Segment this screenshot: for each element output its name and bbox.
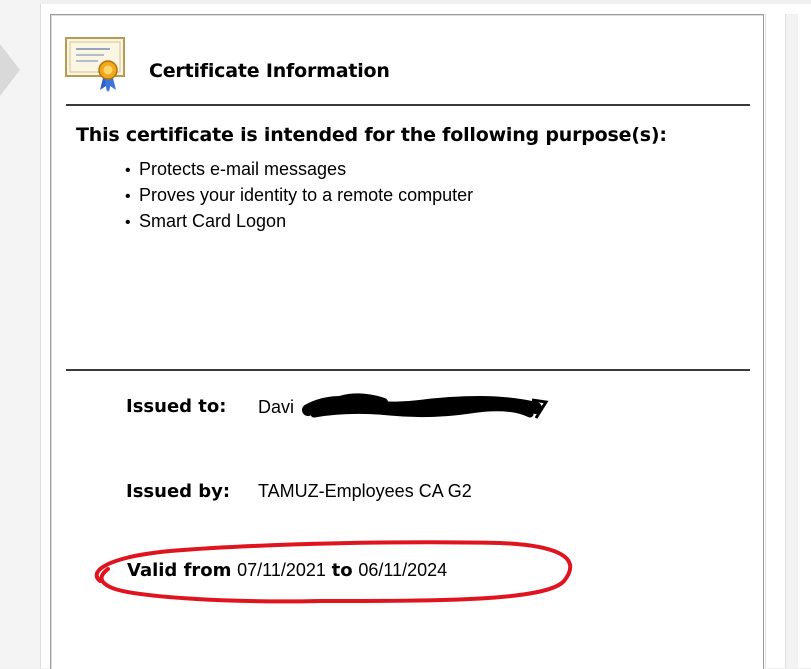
bullet-glyph: • [125,162,131,179]
page-title: Certificate Information [149,60,390,82]
scrollbar-track[interactable] [785,14,798,668]
left-page-edge [0,0,40,668]
purpose-item: • Protects e-mail messages [125,156,473,182]
redaction-scribble [302,393,549,419]
bullet-glyph: • [125,214,131,231]
purpose-item: • Proves your identity to a remote comput… [125,182,473,208]
right-scroll-area [765,14,811,668]
issued-to-label: Issued to: [126,396,227,417]
issued-to-value: Davi [258,397,295,417]
issued-by-label: Issued by: [126,481,231,502]
purpose-text: Smart Card Logon [139,211,287,231]
bullet-glyph: • [125,188,131,205]
purpose-text: Protects e-mail messages [139,159,347,179]
red-highlight-circle [94,540,573,604]
page-fold-shape [0,44,20,96]
issued-by-value: TAMUZ-Employees CA G2 [258,481,472,501]
certificate-icon [65,37,125,92]
purpose-list: • Protects e-mail messages • Proves your i… [125,156,473,234]
purpose-item: • Smart Card Logon [125,208,473,234]
divider-middle [66,369,750,371]
purpose-heading: This certificate is intended for the fol… [76,124,667,146]
purpose-text: Proves your identity to a remote compute… [139,185,474,205]
divider-top [66,104,750,106]
